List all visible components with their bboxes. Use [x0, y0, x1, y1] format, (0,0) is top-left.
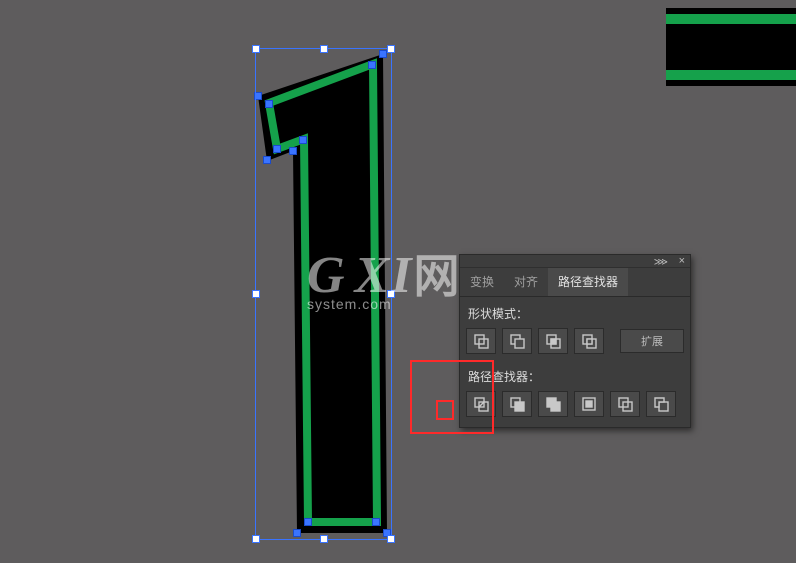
trim-button[interactable]: [502, 391, 532, 417]
intersect-icon: [545, 333, 561, 349]
resize-handle[interactable]: [252, 45, 260, 53]
minus-front-icon: [509, 333, 525, 349]
resize-handle[interactable]: [320, 535, 328, 543]
divide-button[interactable]: [466, 391, 496, 417]
resize-handle[interactable]: [252, 535, 260, 543]
merge-button[interactable]: [538, 391, 568, 417]
crop-icon: [581, 396, 597, 412]
unite-icon: [473, 333, 489, 349]
minus-back-icon: [653, 396, 669, 412]
resize-handle[interactable]: [387, 290, 395, 298]
close-icon[interactable]: ×: [679, 255, 685, 267]
outline-button[interactable]: [610, 391, 640, 417]
intersect-button[interactable]: [538, 328, 568, 354]
exclude-button[interactable]: [574, 328, 604, 354]
trim-icon: [509, 396, 525, 412]
unite-button[interactable]: [466, 328, 496, 354]
tab-pathfinder[interactable]: 路径查找器: [548, 268, 628, 296]
exclude-icon: [581, 333, 597, 349]
divide-icon: [473, 396, 489, 412]
panel-tabs: 变换 对齐 路径查找器: [460, 268, 690, 297]
color-swatch: [666, 8, 796, 86]
resize-handle[interactable]: [320, 45, 328, 53]
resize-handle[interactable]: [252, 290, 260, 298]
shape-modes-row: 扩展: [460, 326, 690, 360]
pathfinders-row: [460, 389, 690, 427]
pathfinder-panel[interactable]: ⋙ × 变换 对齐 路径查找器 形状模式： 扩展 路径查找器：: [459, 254, 691, 428]
resize-handle[interactable]: [387, 45, 395, 53]
crop-button[interactable]: [574, 391, 604, 417]
pathfinders-label: 路径查找器：: [460, 360, 690, 389]
resize-handle[interactable]: [387, 535, 395, 543]
annotation-highlight-small: [436, 400, 454, 420]
merge-icon: [545, 396, 561, 412]
outline-icon: [617, 396, 633, 412]
panel-menu-icon[interactable]: ⋙: [654, 257, 668, 268]
panel-header[interactable]: ⋙ ×: [460, 255, 690, 268]
selection-bounding-box[interactable]: [255, 48, 392, 540]
minus-front-button[interactable]: [502, 328, 532, 354]
minus-back-button[interactable]: [646, 391, 676, 417]
expand-button[interactable]: 扩展: [620, 329, 684, 353]
tab-align[interactable]: 对齐: [504, 268, 548, 296]
canvas[interactable]: GGXI网XI网 system.com ⋙ × 变换 对齐 路径查找器 形状模式…: [0, 0, 796, 563]
tab-transform[interactable]: 变换: [460, 268, 504, 296]
shape-modes-label: 形状模式：: [460, 297, 690, 326]
